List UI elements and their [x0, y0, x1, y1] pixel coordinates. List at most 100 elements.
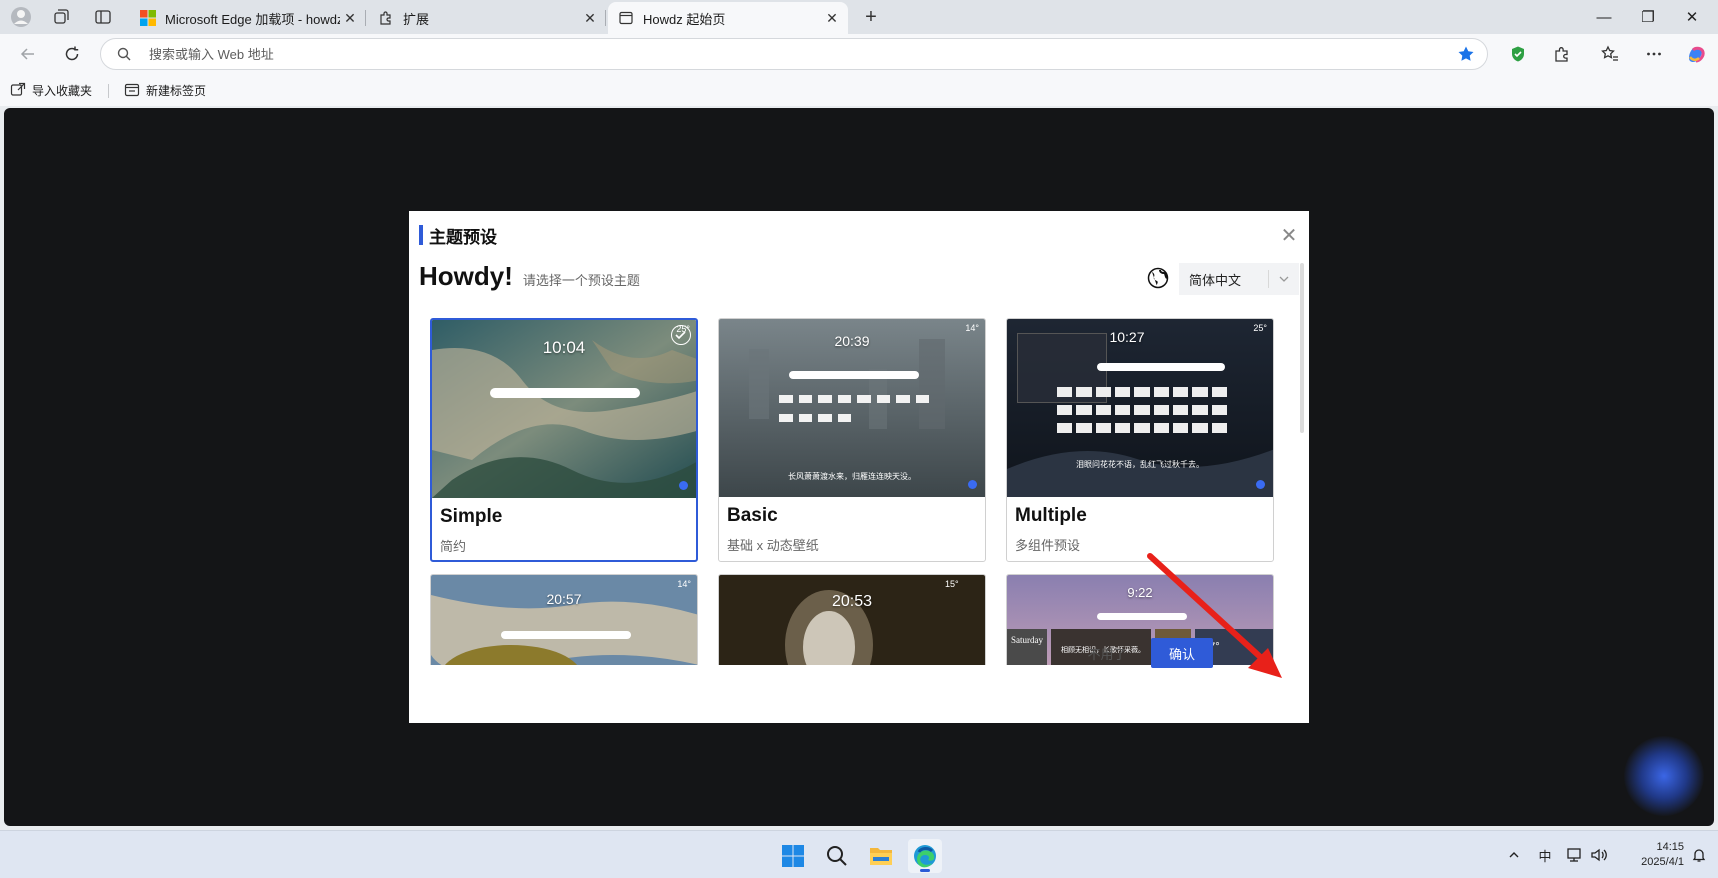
close-window-button[interactable]: ✕ [1670, 0, 1714, 34]
title-accent-bar [419, 225, 423, 245]
copilot-icon [1688, 46, 1705, 63]
greeting-subtitle: 请选择一个预设主题 [522, 273, 640, 288]
greeting-title: Howdy! [419, 261, 513, 291]
workspaces-icon[interactable] [48, 4, 74, 30]
preview-weather: 14° [677, 579, 691, 589]
tab-edge-addons[interactable]: Microsoft Edge 加载项 - howdz起 ✕ [130, 2, 366, 34]
preview-day: Saturday [1011, 635, 1043, 645]
favorites-item-label: 新建标签页 [146, 83, 207, 98]
more-dots-icon [1647, 52, 1661, 56]
theme-preview: 20:53 15° [719, 575, 985, 665]
floating-action-glow[interactable] [1624, 736, 1704, 816]
new-tab-page-icon [124, 83, 140, 97]
search-icon [117, 47, 131, 61]
favorites-item-new-tab[interactable]: 新建标签页 [124, 80, 206, 100]
page-content: 主题预设 ✕ Howdy! 请选择一个预设主题 简体中文 10:04 25° S… [4, 108, 1714, 826]
dialog-title: 主题预设 [419, 225, 497, 247]
browser-essentials-button[interactable] [1504, 40, 1532, 68]
language-value: 简体中文 [1189, 272, 1242, 288]
file-explorer-icon[interactable] [864, 839, 898, 873]
tab-close-icon[interactable]: ✕ [580, 8, 600, 28]
preview-shortcuts [1057, 387, 1227, 437]
copilot-button[interactable] [1682, 40, 1710, 68]
refresh-button[interactable] [58, 40, 86, 68]
theme-card-simple[interactable]: 10:04 25° Simple 简约 [430, 318, 698, 562]
profile-avatar-icon[interactable] [8, 4, 34, 30]
preview-time: 20:53 [831, 593, 873, 610]
navigation-toolbar [0, 34, 1718, 74]
tab-close-icon[interactable]: ✕ [822, 8, 842, 28]
puzzle-icon [378, 10, 394, 26]
theme-card-title: Basic [727, 505, 778, 526]
preview-weather: 25° [1253, 323, 1267, 333]
preview-menu-dot [1256, 480, 1265, 489]
restore-button[interactable]: ❐ [1626, 0, 1670, 34]
shield-check-icon [1512, 46, 1524, 62]
back-button[interactable] [14, 40, 42, 68]
favorites-item-import[interactable]: 导入收藏夹 [10, 80, 92, 100]
extensions-button[interactable] [1548, 40, 1576, 68]
page-icon [618, 10, 634, 26]
preview-search-bar [501, 631, 631, 639]
preview-weather: 14° [965, 323, 979, 333]
ime-indicator[interactable]: 中 [1534, 843, 1556, 867]
preview-menu-dot [679, 481, 688, 490]
theme-preview: 10:27 泪眼问花花不语，乱红飞过秋千去。 25° [1007, 319, 1273, 497]
preview-time: 20:39 [834, 333, 870, 349]
favorites-bar: 导入收藏夹 新建标签页 [0, 74, 1718, 106]
favorites-separator [108, 84, 109, 98]
theme-card-multiple[interactable]: 10:27 泪眼问花花不语，乱红飞过秋千去。 25° Multiple 多组件预… [1006, 318, 1274, 562]
microsoft-logo-icon [140, 10, 156, 26]
language-select[interactable]: 简体中文 [1179, 263, 1299, 295]
tab-extensions[interactable]: 扩展 ✕ [368, 2, 606, 34]
clock-time: 14:15 [1656, 841, 1684, 853]
greeting: Howdy! 请选择一个预设主题 [419, 261, 640, 292]
settings-more-button[interactable] [1640, 40, 1668, 68]
tab-strip: Microsoft Edge 加载项 - howdz起 ✕ 扩展 ✕ Howdz… [0, 0, 1718, 34]
preview-search-bar [490, 388, 640, 398]
dialog-close-icon[interactable]: ✕ [1279, 225, 1299, 247]
edge-icon[interactable] [908, 839, 942, 873]
tab-close-icon[interactable]: ✕ [340, 8, 360, 28]
select-separator [1268, 270, 1269, 288]
vertical-tabs-icon[interactable] [90, 4, 116, 30]
puzzle-icon [1555, 47, 1568, 62]
clock-date: 2025/4/1 [1641, 856, 1684, 868]
theme-card-5[interactable]: 20:53 15° [718, 574, 986, 665]
cancel-button[interactable]: 不用了 [1081, 639, 1133, 667]
theme-preview: 20:39 长风萧萧渡水来，归雁连连映天没。 14° [719, 319, 985, 497]
new-tab-button[interactable]: + [858, 4, 884, 30]
theme-card-desc: 简约 [440, 539, 467, 554]
tab-title: Microsoft Edge 加载项 - howdz起 [165, 11, 340, 27]
network-icon[interactable] [1564, 843, 1586, 867]
refresh-icon [65, 46, 79, 61]
preview-quote: 泪眼问花花不语，乱红飞过秋千去。 [1076, 460, 1204, 469]
preview-shortcuts [779, 395, 929, 429]
theme-card-title: Multiple [1015, 505, 1087, 526]
search-icon[interactable] [820, 839, 854, 873]
annotation-arrow-icon [1147, 553, 1282, 678]
tab-title: 扩展 [403, 11, 430, 27]
windows-taskbar: 中 14:15 2025/4/1 [0, 830, 1718, 878]
theme-preview: 20:57 14° [431, 575, 697, 665]
address-bar[interactable] [100, 38, 1488, 70]
favorites-button[interactable] [1596, 40, 1624, 68]
favorites-list-icon [1601, 45, 1618, 61]
theme-card-4[interactable]: 20:57 14° [430, 574, 698, 665]
address-input[interactable] [149, 43, 1429, 65]
tab-howdz-start[interactable]: Howdz 起始页 ✕ [608, 2, 848, 34]
volume-icon[interactable] [1588, 843, 1610, 867]
dialog-title-text: 主题预设 [429, 227, 497, 247]
windows-start-icon[interactable] [776, 839, 810, 873]
favorites-item-label: 导入收藏夹 [32, 83, 93, 98]
dialog-scrollbar[interactable] [1300, 263, 1304, 433]
theme-card-desc: 多组件预设 [1015, 538, 1081, 553]
preview-time: 10:27 [1109, 329, 1145, 345]
system-clock[interactable]: 14:15 2025/4/1 [1620, 840, 1684, 870]
theme-card-basic[interactable]: 20:39 长风萧萧渡水来，归雁连连映天没。 14° Basic 基础 x 动态… [718, 318, 986, 562]
show-hidden-icons-chevron[interactable] [1502, 843, 1526, 867]
minimize-button[interactable]: — [1582, 0, 1626, 34]
favorite-star-icon[interactable] [1457, 45, 1475, 63]
theme-card-title: Simple [440, 506, 503, 527]
notification-bell-icon[interactable] [1688, 843, 1710, 867]
